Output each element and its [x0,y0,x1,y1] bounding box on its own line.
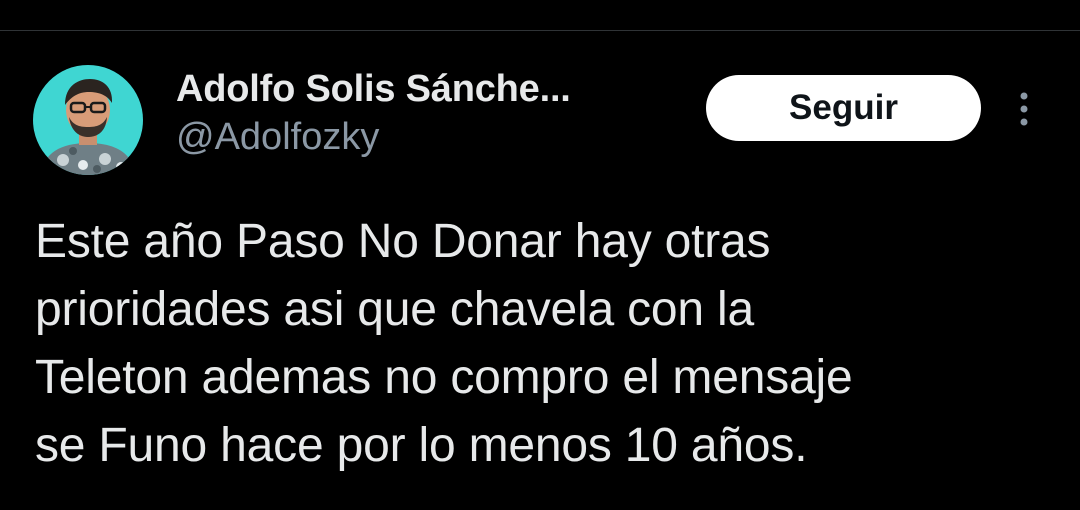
more-vertical-icon[interactable] [1010,90,1038,128]
follow-button[interactable]: Seguir [706,75,981,141]
author-info: Adolfo Solis Sánche... @Adolfozky [176,66,676,160]
top-divider [0,30,1080,31]
author-handle[interactable]: @Adolfozky [176,114,676,160]
author-avatar[interactable] [33,65,143,175]
avatar-photo-icon [33,65,143,175]
author-display-name[interactable]: Adolfo Solis Sánche... [176,66,676,112]
tweet-text: Este año Paso No Donar hay otras priorid… [35,215,853,472]
